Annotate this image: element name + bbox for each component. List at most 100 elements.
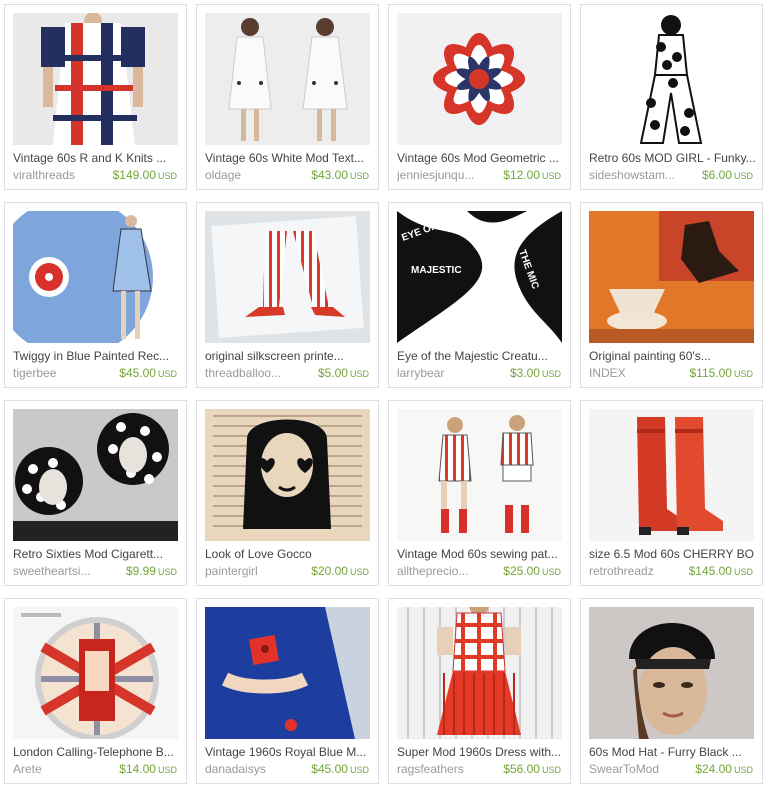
price-currency: USD <box>157 765 177 775</box>
listing-title[interactable]: Vintage 60s R and K Knits ... <box>13 151 179 165</box>
listing-title[interactable]: Vintage Mod 60s sewing pat... <box>397 547 563 561</box>
listing-card[interactable]: original silkscreen printe... threadballo… <box>196 202 379 388</box>
listing-price: $145.00 USD <box>689 564 753 578</box>
price-currency: USD <box>349 171 369 181</box>
listing-title[interactable]: Look of Love Gocco <box>205 547 371 561</box>
listing-meta: tigerbee $45.00 USD <box>13 366 177 380</box>
shop-name-link[interactable]: alltheprecio... <box>397 564 468 578</box>
shop-name-link[interactable]: ragsfeathers <box>397 762 464 776</box>
price-currency: USD <box>733 369 753 379</box>
listing-card[interactable]: Retro 60s MOD GIRL - Funky... sideshowsta… <box>580 4 763 190</box>
listing-image[interactable] <box>13 211 178 343</box>
shop-name-link[interactable]: sweetheartsi... <box>13 564 90 578</box>
listing-grid: Vintage 60s R and K Knits ... viralthread… <box>0 0 770 784</box>
listing-image[interactable]: EYE OF THE MAJESTIC THE MIC <box>397 211 562 343</box>
listing-card[interactable]: Twiggy in Blue Painted Rec... tigerbee $45… <box>4 202 187 388</box>
listing-card[interactable]: Retro Sixties Mod Cigarett... sweethearts… <box>4 400 187 586</box>
listing-price: $149.00 USD <box>113 168 177 182</box>
listing-image[interactable] <box>205 607 370 739</box>
listing-image[interactable] <box>589 211 754 343</box>
listing-title[interactable]: Vintage 60s Mod Geometric ... <box>397 151 563 165</box>
price-amount: $45.00 <box>119 366 156 380</box>
listing-image[interactable] <box>589 409 754 541</box>
shop-name-link[interactable]: SwearToMod <box>589 762 659 776</box>
shop-name-link[interactable]: jenniesjunqu... <box>397 168 474 182</box>
shop-name-link[interactable]: Arete <box>13 762 42 776</box>
listing-image[interactable] <box>205 409 370 541</box>
listing-price: $20.00 USD <box>311 564 369 578</box>
listing-card[interactable]: Original painting 60's... INDEX $115.00 USD <box>580 202 763 388</box>
listing-card[interactable]: EYE OF THE MAJESTIC THE MIC Eye of the Maje… <box>388 202 571 388</box>
listing-price: $12.00 USD <box>503 168 561 182</box>
listing-image[interactable] <box>397 607 562 739</box>
shop-name-link[interactable]: sideshowstam... <box>589 168 675 182</box>
listing-title[interactable]: Super Mod 1960s Dress with... <box>397 745 563 759</box>
listing-title[interactable]: Eye of the Majestic Creatu... <box>397 349 563 363</box>
listing-title[interactable]: London Calling-Telephone B... <box>13 745 179 759</box>
listing-meta: jenniesjunqu... $12.00 USD <box>397 168 561 182</box>
price-amount: $56.00 <box>503 762 540 776</box>
listing-meta: Arete $14.00 USD <box>13 762 177 776</box>
listing-title[interactable]: Vintage 1960s Royal Blue M... <box>205 745 371 759</box>
listing-card[interactable]: Super Mod 1960s Dress with... ragsfeather… <box>388 598 571 784</box>
price-currency: USD <box>157 369 177 379</box>
listing-price: $3.00 USD <box>510 366 561 380</box>
shop-name-link[interactable]: INDEX <box>589 366 626 380</box>
shop-name-link[interactable]: paintergirl <box>205 564 258 578</box>
listing-meta: INDEX $115.00 USD <box>589 366 753 380</box>
listing-title[interactable]: Original painting 60's... <box>589 349 755 363</box>
listing-card[interactable]: Vintage Mod 60s sewing pat... allthepreci… <box>388 400 571 586</box>
listing-meta: viralthreads $149.00 USD <box>13 168 177 182</box>
shop-name-link[interactable]: danadaisys <box>205 762 266 776</box>
listing-image[interactable] <box>13 607 178 739</box>
listing-card[interactable]: Vintage 1960s Royal Blue M... danadaisys $… <box>196 598 379 784</box>
shop-name-link[interactable]: larrybear <box>397 366 444 380</box>
listing-title[interactable]: size 6.5 Mod 60s CHERRY BO... <box>589 547 755 561</box>
price-amount: $43.00 <box>311 168 348 182</box>
shop-name-link[interactable]: oldage <box>205 168 241 182</box>
listing-title[interactable]: original silkscreen printe... <box>205 349 371 363</box>
price-currency: USD <box>349 765 369 775</box>
listing-card[interactable]: Look of Love Gocco paintergirl $20.00 USD <box>196 400 379 586</box>
listing-title[interactable]: Retro 60s MOD GIRL - Funky... <box>589 151 755 165</box>
shop-name-link[interactable]: viralthreads <box>13 168 75 182</box>
price-amount: $25.00 <box>503 564 540 578</box>
listing-meta: threadballoo... $5.00 USD <box>205 366 369 380</box>
price-amount: $115.00 <box>689 366 732 380</box>
listing-meta: ragsfeathers $56.00 USD <box>397 762 561 776</box>
listing-meta: danadaisys $45.00 USD <box>205 762 369 776</box>
listing-image[interactable] <box>397 13 562 145</box>
shop-name-link[interactable]: threadballoo... <box>205 366 281 380</box>
listing-card[interactable]: London Calling-Telephone B... Arete $14.00… <box>4 598 187 784</box>
shop-name-link[interactable]: tigerbee <box>13 366 56 380</box>
listing-price: $43.00 USD <box>311 168 369 182</box>
listing-image[interactable] <box>13 409 178 541</box>
listing-image[interactable] <box>205 211 370 343</box>
listing-image[interactable] <box>589 13 754 145</box>
price-currency: USD <box>541 567 561 577</box>
listing-card[interactable]: 60s Mod Hat - Furry Black ... SwearToMod $… <box>580 598 763 784</box>
listing-card[interactable]: Vintage 60s R and K Knits ... viralthread… <box>4 4 187 190</box>
listing-card[interactable]: Vintage 60s White Mod Text... oldage $43.0… <box>196 4 379 190</box>
listing-price: $45.00 USD <box>119 366 177 380</box>
price-currency: USD <box>733 171 753 181</box>
price-amount: $24.00 <box>695 762 732 776</box>
listing-meta: retrothreadz $145.00 USD <box>589 564 753 578</box>
listing-title[interactable]: Twiggy in Blue Painted Rec... <box>13 349 179 363</box>
listing-image[interactable] <box>13 13 178 145</box>
listing-price: $14.00 USD <box>119 762 177 776</box>
listing-title[interactable]: Vintage 60s White Mod Text... <box>205 151 371 165</box>
price-amount: $45.00 <box>311 762 348 776</box>
listing-title[interactable]: Retro Sixties Mod Cigarett... <box>13 547 179 561</box>
listing-card[interactable]: size 6.5 Mod 60s CHERRY BO... retrothread… <box>580 400 763 586</box>
listing-card[interactable]: Vintage 60s Mod Geometric ... jenniesjunq… <box>388 4 571 190</box>
price-amount: $3.00 <box>509 366 540 380</box>
price-currency: USD <box>541 369 561 379</box>
listing-image[interactable] <box>397 409 562 541</box>
listing-image[interactable] <box>589 607 754 739</box>
listing-price: $45.00 USD <box>311 762 369 776</box>
shop-name-link[interactable]: retrothreadz <box>589 564 654 578</box>
price-amount: $5.00 <box>317 366 348 380</box>
listing-image[interactable] <box>205 13 370 145</box>
listing-title[interactable]: 60s Mod Hat - Furry Black ... <box>589 745 755 759</box>
